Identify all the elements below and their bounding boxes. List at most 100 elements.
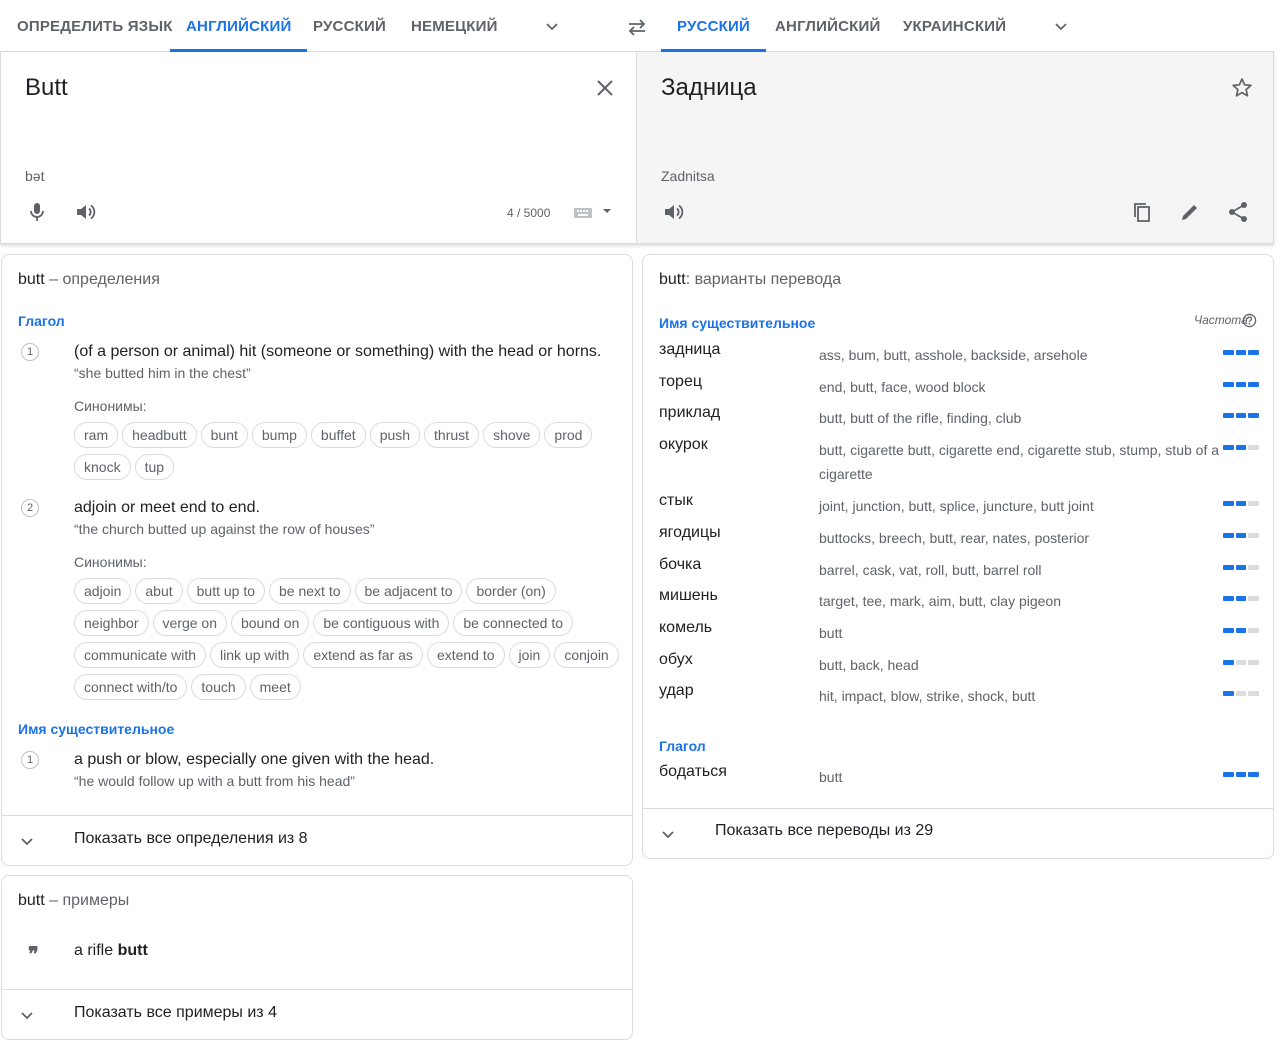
translation-word[interactable]: комель	[659, 619, 712, 637]
tab-target-english[interactable]: АНГЛИЙСКИЙ	[775, 0, 880, 52]
tab-source-german[interactable]: НЕМЕЦКИЙ	[411, 0, 498, 52]
character-counter: 4 / 5000	[507, 206, 551, 220]
translation-word[interactable]: удар	[659, 682, 694, 700]
translation-word[interactable]: стык	[659, 492, 693, 510]
synonym-chip[interactable]: border (on)	[466, 578, 556, 604]
close-icon[interactable]	[593, 76, 617, 100]
synonym-chip[interactable]: meet	[249, 674, 301, 700]
share-icon[interactable]	[1226, 200, 1250, 224]
reverse-translations[interactable]: hit, impact, blow, strike, shock, butt	[819, 684, 1219, 708]
show-all-examples-button[interactable]: Показать все примеры из 4	[2, 989, 632, 1039]
frequency-segment	[1223, 350, 1234, 355]
synonym-chip[interactable]: knock	[74, 454, 131, 480]
microphone-icon[interactable]	[25, 200, 49, 224]
synonym-chip[interactable]: tup	[134, 454, 175, 480]
frequency-segment	[1248, 627, 1260, 633]
synonym-chip[interactable]: communicate with	[74, 642, 207, 668]
copy-icon[interactable]	[1130, 200, 1154, 224]
keyboard-icon[interactable]	[573, 202, 593, 222]
translation-panels: Butt bət 4 / 5000 Задница Zadnitsa	[0, 52, 1274, 244]
synonym-chip[interactable]: touch	[191, 674, 246, 700]
synonym-chip[interactable]: thrust	[424, 422, 480, 448]
synonym-chip[interactable]: push	[369, 422, 421, 448]
reverse-translations[interactable]: butt	[819, 765, 1219, 789]
source-language-more-chevron-down-icon[interactable]	[544, 18, 560, 34]
reverse-translations[interactable]: joint, junction, butt, splice, juncture,…	[819, 494, 1219, 518]
reverse-translations[interactable]: buttocks, breech, butt, rear, nates, pos…	[819, 526, 1219, 550]
synonym-chip[interactable]: extend as far as	[303, 642, 423, 668]
reverse-translations[interactable]: butt	[819, 621, 1219, 645]
translation-word[interactable]: обух	[659, 651, 693, 669]
reverse-translations[interactable]: target, tee, mark, aim, butt, clay pigeo…	[819, 589, 1219, 613]
synonym-chip[interactable]: be adjacent to	[354, 578, 463, 604]
synonym-chip[interactable]: abut	[135, 578, 183, 604]
speaker-icon[interactable]	[73, 200, 97, 224]
synonym-chip[interactable]: buffet	[310, 422, 366, 448]
frequency-segment	[1235, 596, 1247, 602]
synonym-chip[interactable]: adjoin	[74, 578, 132, 604]
synonym-chip[interactable]: be contiguous with	[313, 610, 450, 636]
synonym-chip[interactable]: bunt	[200, 422, 248, 448]
frequency-segment	[1235, 532, 1247, 538]
frequency-segment	[1248, 659, 1260, 665]
synonym-chip[interactable]: join	[508, 642, 551, 668]
synonym-chip[interactable]: neighbor	[74, 610, 149, 636]
synonym-chip[interactable]: link up with	[210, 642, 300, 668]
translation-word[interactable]: мишень	[659, 587, 718, 605]
frequency-bar	[1223, 501, 1260, 507]
synonym-chip[interactable]: headbutt	[122, 422, 197, 448]
synonym-chip[interactable]: butt up to	[186, 578, 266, 604]
synonym-chip[interactable]: be connected to	[453, 610, 573, 636]
reverse-translations[interactable]: butt, butt of the rifle, finding, club	[819, 406, 1219, 430]
reverse-translations[interactable]: barrel, cask, vat, roll, butt, barrel ro…	[819, 558, 1219, 582]
frequency-segment	[1248, 413, 1260, 419]
translation-word[interactable]: окурок	[659, 436, 708, 454]
synonym-chip[interactable]: ram	[74, 422, 119, 448]
pencil-icon[interactable]	[1178, 200, 1202, 224]
synonym-chip[interactable]: prod	[544, 422, 593, 448]
synonyms-label: Синонимы:	[74, 554, 147, 570]
frequency-bar	[1223, 532, 1260, 538]
synonym-chip[interactable]: verge on	[152, 610, 227, 636]
swap-arrows-icon[interactable]	[626, 17, 648, 37]
frequency-bar	[1223, 596, 1260, 602]
translation-word[interactable]: задница	[659, 341, 720, 359]
star-icon[interactable]	[1230, 76, 1254, 100]
tab-source-english[interactable]: АНГЛИЙСКИЙ	[169, 0, 308, 52]
reverse-translations[interactable]: ass, bum, butt, asshole, backside, arseh…	[819, 343, 1219, 367]
reverse-translations[interactable]: butt, cigarette butt, cigarette end, cig…	[819, 438, 1219, 486]
reverse-translations[interactable]: butt, back, head	[819, 653, 1219, 677]
translation-word[interactable]: приклад	[659, 404, 720, 422]
frequency-segment	[1223, 445, 1234, 451]
synonym-chip[interactable]: bump	[251, 422, 307, 448]
translation-word[interactable]: бодаться	[659, 763, 727, 781]
synonym-chip[interactable]: extend to	[426, 642, 505, 668]
tab-target-russian[interactable]: РУССКИЙ	[661, 0, 766, 52]
synonym-chip[interactable]: conjoin	[554, 642, 619, 668]
tab-source-russian[interactable]: РУССКИЙ	[313, 0, 386, 52]
tab-detect-language[interactable]: ОПРЕДЕЛИТЬ ЯЗЫК	[17, 0, 173, 52]
translation-word[interactable]: ягодицы	[659, 524, 721, 542]
speaker-icon[interactable]	[661, 200, 685, 224]
translation-word[interactable]: торец	[659, 373, 702, 391]
verb-section-label: Глагол	[659, 738, 706, 754]
tab-target-ukrainian[interactable]: УКРАИНСКИЙ	[903, 0, 1006, 52]
reverse-translations[interactable]: end, butt, face, wood block	[819, 375, 1219, 399]
show-all-definitions-button[interactable]: Показать все определения из 8	[2, 815, 632, 865]
synonym-chip[interactable]: be next to	[269, 578, 351, 604]
frequency-segment	[1223, 501, 1234, 507]
definition-example: “she butted him in the chest”	[74, 365, 251, 381]
translation-word[interactable]: бочка	[659, 556, 701, 574]
keyboard-options-caret-icon[interactable]	[602, 206, 612, 216]
source-text-input[interactable]: Butt	[25, 74, 68, 102]
help-icon[interactable]	[1242, 313, 1257, 328]
synonym-chip[interactable]: shove	[483, 422, 541, 448]
definition-example: “the church butted up against the row of…	[74, 521, 375, 537]
synonym-chip[interactable]: bound on	[230, 610, 310, 636]
frequency-segment	[1223, 627, 1234, 633]
frequency-bar	[1223, 350, 1260, 355]
synonym-chip[interactable]: connect with/to	[74, 674, 188, 700]
show-all-translations-button[interactable]: Показать все переводы из 29	[643, 808, 1273, 858]
target-language-more-chevron-down-icon[interactable]	[1053, 18, 1069, 34]
source-transcription: bət	[25, 168, 45, 184]
